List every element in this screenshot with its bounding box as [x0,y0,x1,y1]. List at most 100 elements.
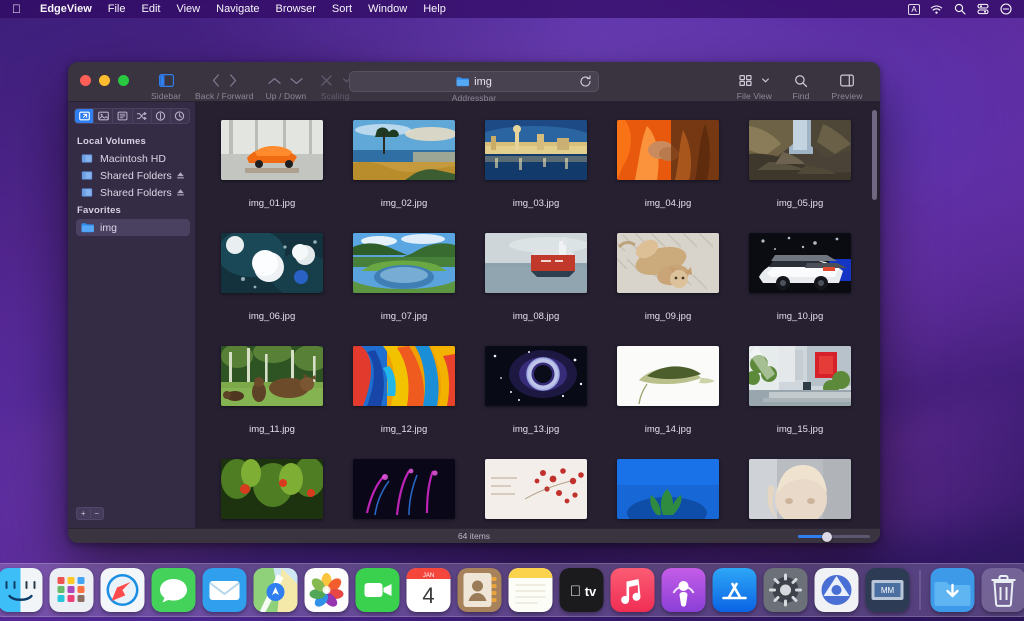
thumbnail-img-19[interactable] [617,459,719,519]
dock-item-music[interactable] [611,568,655,612]
thumbnail-img-04[interactable] [617,120,719,180]
file-cell[interactable]: img_13.jpg [470,340,602,453]
thumbnail-img-01[interactable] [221,120,323,180]
file-cell[interactable]: img_15.jpg [734,340,866,453]
file-cell[interactable]: img_20.jpg [734,453,866,528]
file-cell[interactable]: img_16.jpg [206,453,338,528]
vertical-scrollbar[interactable] [872,110,877,200]
preview-button[interactable]: Preview [824,71,870,101]
thumbnail-img-16[interactable] [221,459,323,519]
control-center-icon[interactable] [976,3,989,16]
dock-item-system-preferences[interactable] [764,568,808,612]
thumbnail-img-02[interactable] [353,120,455,180]
menu-item-browser[interactable]: Browser [268,0,324,18]
file-cell[interactable]: img_11.jpg [206,340,338,453]
file-cell[interactable]: img_07.jpg [338,227,470,340]
file-cell[interactable]: img_08.jpg [470,227,602,340]
thumbnail-img-17[interactable] [353,459,455,519]
menu-item-help[interactable]: Help [415,0,454,18]
thumbnail-img-03[interactable] [485,120,587,180]
dock-item-finder[interactable] [0,568,43,612]
dock-item-launchpad[interactable] [50,568,94,612]
menu-item-file[interactable]: File [100,0,134,18]
menu-item-sort[interactable]: Sort [324,0,360,18]
thumbnail-img-08[interactable] [485,233,587,293]
refresh-icon[interactable] [579,75,592,88]
tab-image-browser[interactable] [94,109,113,123]
chevron-right-icon[interactable] [229,74,237,87]
thumbnail-size-slider[interactable] [798,532,870,541]
tab-list-view[interactable] [113,109,132,123]
chevron-up-icon[interactable] [268,77,281,85]
menu-item-edgeview[interactable]: EdgeView [32,0,100,18]
spotlight-search-icon[interactable] [953,3,966,16]
dock-item-podcasts[interactable] [662,568,706,612]
dock-item-downloads[interactable] [931,568,975,612]
dock-item-mail[interactable] [203,568,247,612]
sidebar-item-macintosh-hd[interactable]: Macintosh HD [76,150,190,167]
thumbnail-img-07[interactable] [353,233,455,293]
add-favorite-button[interactable]: + [77,509,91,518]
file-cell[interactable]: img_19.jpg [602,453,734,528]
sidebar-toggle-button[interactable]: Sidebar [143,71,189,101]
thumbnail-img-18[interactable] [485,459,587,519]
do-not-disturb-icon[interactable] [999,3,1012,16]
thumbnail-img-12[interactable] [353,346,455,406]
tab-info[interactable] [152,109,171,123]
addressbar[interactable]: img [349,71,599,92]
file-cell[interactable]: img_09.jpg [602,227,734,340]
menu-item-edit[interactable]: Edit [134,0,169,18]
file-cell[interactable]: img_12.jpg [338,340,470,453]
thumbnail-img-13[interactable] [485,346,587,406]
dock-item-messages[interactable] [152,568,196,612]
menu-item-view[interactable]: View [168,0,208,18]
thumbnail-img-06[interactable] [221,233,323,293]
input-source-badge[interactable]: A [908,4,920,15]
sidebar-item-img[interactable]: img [76,219,190,236]
eject-icon[interactable] [176,188,185,197]
thumbnail-img-20[interactable] [749,459,851,519]
dock-item-maps[interactable] [254,568,298,612]
find-button[interactable]: Find [778,71,824,101]
file-cell[interactable]: img_02.jpg [338,114,470,227]
file-cell[interactable]: img_05.jpg [734,114,866,227]
thumbnail-img-15[interactable] [749,346,851,406]
sidebar-item-shared-folders-1[interactable]: Shared Folders [76,167,190,184]
grid-view-icon[interactable] [739,74,753,87]
file-cell[interactable]: img_04.jpg [602,114,734,227]
tab-file-browser[interactable] [75,109,94,123]
minimize-button[interactable] [99,75,110,86]
slider-knob[interactable] [822,532,832,542]
file-cell[interactable]: img_10.jpg [734,227,866,340]
apple-menu-icon[interactable]:  [0,3,32,15]
chevron-down-icon[interactable] [290,77,303,85]
dock-item-appstore[interactable] [713,568,757,612]
thumbnail-img-10[interactable] [749,233,851,293]
add-remove-favorite-control[interactable]: + − [76,507,104,520]
slider-track[interactable] [798,535,870,538]
wifi-icon[interactable] [930,3,943,16]
chevron-down-icon[interactable] [762,78,769,83]
thumbnail-img-14[interactable] [617,346,719,406]
tab-recents[interactable] [171,109,189,123]
preview-panel-icon[interactable] [840,74,854,87]
sidebar-item-shared-folders-2[interactable]: Shared Folders [76,184,190,201]
thumbnail-img-11[interactable] [221,346,323,406]
eject-icon[interactable] [176,171,185,180]
file-cell[interactable]: img_06.jpg [206,227,338,340]
file-cell[interactable]: img_18.jpg [470,453,602,528]
dock-item-facetime[interactable] [356,568,400,612]
chevron-left-icon[interactable] [212,74,220,87]
close-button[interactable] [80,75,91,86]
dock-item-edgeview[interactable] [815,568,859,612]
up-down-buttons[interactable]: Up / Down [260,71,313,101]
dock-item-contacts[interactable] [458,568,502,612]
dock-item-trash[interactable] [982,568,1024,612]
thumbnail-img-05[interactable] [749,120,851,180]
dock-item-image-app[interactable]: MM [866,568,910,612]
back-forward-buttons[interactable]: Back / Forward [189,71,260,101]
dock-item-calendar[interactable]: JAN 4 [407,568,451,612]
file-cell[interactable]: img_17.jpg [338,453,470,528]
file-cell[interactable]: img_01.jpg [206,114,338,227]
dock-item-safari[interactable] [101,568,145,612]
